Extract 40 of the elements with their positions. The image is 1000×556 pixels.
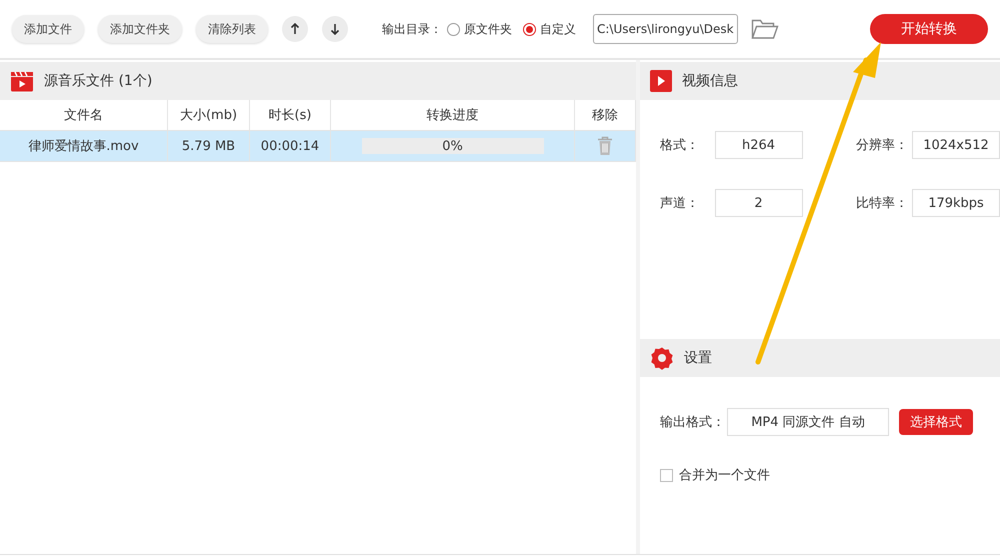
video-play-icon [650,70,672,92]
info-field: 1024x512 [912,131,1000,159]
output-dir-label: 输出目录： [382,20,442,38]
table-cell: 律师爱情故事.mov [0,131,168,162]
info-field: 2 [714,189,802,217]
down-arrow-icon [330,23,340,35]
up-arrow-icon [290,23,300,35]
toolbar-button[interactable]: 添加文件 [12,15,84,43]
checkbox-label: 合并为一个文件 [679,467,770,484]
start-convert-button[interactable]: 开始转换 [870,14,988,44]
field-label: 分辨率： [856,137,908,154]
gear-icon [650,346,674,370]
info-field: h264 [714,131,802,159]
table-row[interactable]: 律师爱情故事.mov 5.79 MB 00:00:14 0% [0,131,636,162]
progress-label: 0% [442,138,463,154]
video-clapper-icon [10,70,34,92]
info-field: 179kbps [912,189,1000,217]
toolbar-button[interactable]: 清除列表 [196,15,268,43]
checkbox[interactable] [660,468,673,482]
radio-button[interactable] [523,22,536,36]
field-label: 比特率： [856,195,908,212]
table-cell: 5.79 MB [168,131,250,162]
folder-icon[interactable] [750,18,779,40]
panel-title: 视频信息 [682,72,738,90]
radio-label: 原文件夹 [464,20,512,38]
toolbar-button[interactable]: 添加文件夹 [98,15,182,43]
field-label: 输出格式： [660,414,725,431]
path-field[interactable]: C:\Users\lirongyu\Desk [593,14,738,44]
field-label: 声道： [660,195,700,212]
table-cell: 00:00:14 [250,131,331,162]
field-label: 格式： [660,137,700,154]
radio-button[interactable] [447,22,460,36]
move-down-button[interactable] [322,16,348,42]
trash-icon[interactable] [597,136,613,156]
panel-title: 设置 [684,349,712,367]
choose-format-button[interactable]: 选择格式 [899,409,973,435]
panel-title: 源音乐文件 (1个) [44,72,152,90]
radio-label: 自定义 [540,20,576,38]
format-field[interactable]: MP4 同源文件 自动 [727,408,889,436]
move-up-button[interactable] [282,16,308,42]
